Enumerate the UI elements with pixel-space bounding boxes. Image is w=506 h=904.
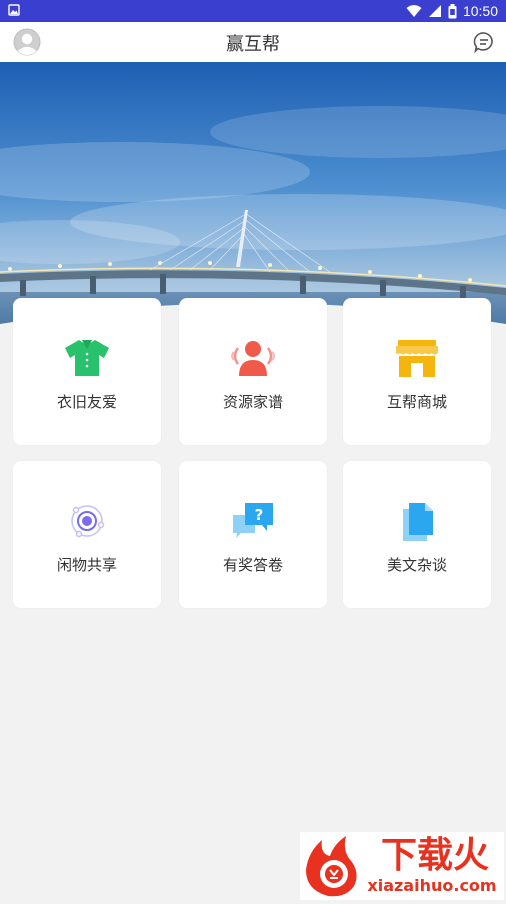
status-time: 10:50 xyxy=(462,3,498,19)
photo-notification-icon xyxy=(8,4,20,16)
wifi-icon xyxy=(406,5,422,17)
signal-icon xyxy=(428,5,441,17)
grid-item-family[interactable]: 资源家谱 xyxy=(179,298,327,445)
grid-item-survey[interactable]: ? 有奖答卷 xyxy=(179,461,327,608)
grid-item-articles[interactable]: 美文杂谈 xyxy=(343,461,491,608)
grid-item-store[interactable]: 互帮商城 xyxy=(343,298,491,445)
document-icon xyxy=(403,503,433,541)
grid-item-label: 闲物共享 xyxy=(56,556,117,574)
page-title: 赢互帮 xyxy=(226,34,280,55)
tshirt-icon xyxy=(65,340,109,376)
grid-item-label: 美文杂谈 xyxy=(386,556,447,574)
message-icon[interactable] xyxy=(472,30,496,54)
status-right: 10:50 xyxy=(406,2,498,20)
orbit-share-icon xyxy=(71,505,105,538)
grid-item-label: 互帮商城 xyxy=(386,393,447,411)
watermark: 下载火 xiazaihuo.com xyxy=(300,832,504,900)
family-icon xyxy=(231,341,275,376)
watermark-brand: 下载火 xyxy=(380,835,489,876)
status-bar: 10:50 xyxy=(0,0,506,22)
grid-item-share[interactable]: 闲物共享 xyxy=(13,461,161,608)
grid-item-label: 有奖答卷 xyxy=(222,556,283,574)
svg-text:?: ? xyxy=(255,506,264,524)
store-icon xyxy=(396,340,438,377)
grid-item-label: 资源家谱 xyxy=(222,393,283,411)
grid-item-label: 衣旧友爱 xyxy=(56,393,117,411)
app-header: 赢互帮 xyxy=(0,22,506,62)
watermark-site: xiazaihuo.com xyxy=(367,876,497,895)
question-chat-icon: ? xyxy=(233,503,273,538)
battery-icon xyxy=(448,3,457,18)
grid-item-clothing[interactable]: 衣旧友爱 xyxy=(13,298,161,445)
